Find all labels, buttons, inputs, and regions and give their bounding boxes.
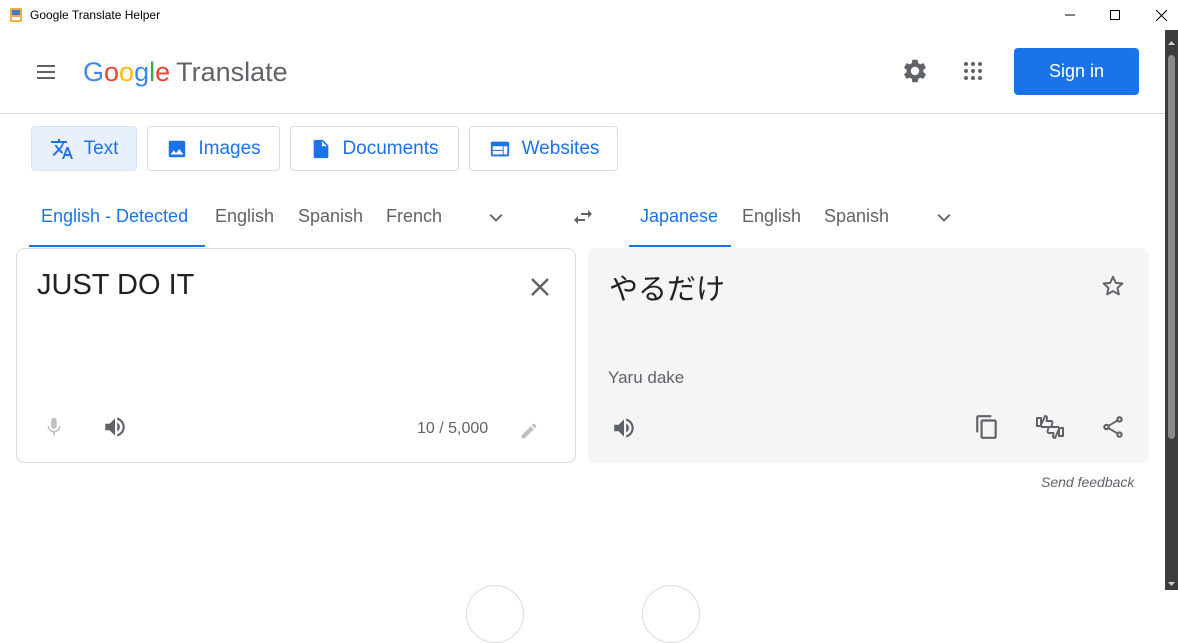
star-icon <box>1102 275 1124 296</box>
minimize-icon <box>1065 14 1075 16</box>
main-menu-button[interactable] <box>28 54 64 90</box>
close-icon <box>531 278 549 296</box>
listen-translation-button[interactable] <box>608 412 640 444</box>
logo-letter: e <box>155 57 171 87</box>
target-lang-japanese[interactable]: Japanese <box>640 206 718 227</box>
copy-translation-button[interactable] <box>971 411 1003 443</box>
apps-grid-icon <box>964 62 982 80</box>
speaker-icon <box>105 417 125 437</box>
speaker-icon <box>614 418 634 438</box>
scrollbar-thumb[interactable] <box>1168 55 1175 439</box>
translation-text: やるだけ <box>609 274 726 306</box>
mode-tab-label: Images <box>198 137 261 159</box>
source-lang-more-button[interactable] <box>481 203 511 233</box>
target-lang-spanish[interactable]: Spanish <box>824 206 889 227</box>
mode-tab-label: Websites <box>521 137 600 159</box>
settings-button[interactable] <box>897 53 933 89</box>
edit-button[interactable] <box>513 415 545 447</box>
romanization-text: Yaru dake <box>608 368 685 387</box>
source-lang-english[interactable]: English <box>215 206 274 227</box>
swap-icon <box>574 210 592 224</box>
target-lang-underline <box>629 245 731 247</box>
saved-button[interactable] <box>642 585 700 643</box>
share-icon <box>1103 416 1123 438</box>
image-icon <box>169 140 186 157</box>
google-translate-logo[interactable]: Google Translate <box>83 56 288 88</box>
close-icon <box>1155 9 1167 21</box>
mode-tab-label: Text <box>83 137 119 159</box>
maximize-button[interactable] <box>1092 0 1138 30</box>
send-feedback-link[interactable]: Send feedback <box>1041 474 1134 490</box>
document-icon <box>314 139 329 158</box>
target-lang-english[interactable]: English <box>742 206 801 227</box>
source-lang-french[interactable]: French <box>386 206 442 227</box>
mode-tab-images[interactable]: Images <box>147 126 280 171</box>
rate-translation-button[interactable] <box>1033 410 1067 444</box>
sign-in-button[interactable]: Sign in <box>1014 48 1139 95</box>
mode-tab-websites[interactable]: Websites <box>469 126 618 171</box>
logo-letter: g <box>134 57 150 87</box>
voice-input-button[interactable] <box>38 411 70 443</box>
mode-tab-label: Documents <box>342 137 439 159</box>
window-titlebar <box>0 0 1178 30</box>
maximize-icon <box>1110 10 1120 20</box>
mode-tab-documents[interactable]: Documents <box>290 126 459 171</box>
minimize-button[interactable] <box>1047 0 1093 30</box>
source-lang-detected[interactable]: English - Detected <box>41 206 188 227</box>
copy-icon <box>976 415 997 439</box>
translate-icon <box>50 138 73 159</box>
website-icon <box>490 141 509 156</box>
chevron-down-icon <box>489 214 503 222</box>
logo-letter: o <box>119 57 135 87</box>
mode-tab-text[interactable]: Text <box>31 126 137 171</box>
character-count: 10 / 5,000 <box>417 420 489 437</box>
source-text-input[interactable]: JUST DO IT <box>37 269 194 302</box>
gear-icon <box>904 59 926 83</box>
google-apps-button[interactable] <box>955 53 991 89</box>
app-icon <box>8 7 24 23</box>
logo-letter: o <box>104 57 120 87</box>
pencil-icon <box>521 423 537 439</box>
microphone-icon <box>47 417 61 436</box>
window-title: Google Translate Helper <box>30 8 161 22</box>
scroll-up-arrow[interactable] <box>1166 35 1177 45</box>
close-window-button[interactable] <box>1138 0 1178 30</box>
scroll-down-arrow[interactable] <box>1166 576 1177 586</box>
save-translation-button[interactable] <box>1097 270 1129 302</box>
logo-letter: G <box>83 57 105 87</box>
share-translation-button[interactable] <box>1097 411 1129 443</box>
history-button[interactable] <box>466 585 524 643</box>
swap-languages-button[interactable] <box>566 200 600 234</box>
listen-source-button[interactable] <box>99 411 131 443</box>
source-lang-underline <box>29 245 205 247</box>
source-lang-spanish[interactable]: Spanish <box>298 206 363 227</box>
target-lang-more-button[interactable] <box>929 203 959 233</box>
thumbs-rating-icon <box>1036 415 1064 439</box>
chevron-down-icon <box>937 214 951 222</box>
hamburger-menu-icon <box>37 65 55 79</box>
clear-source-button[interactable] <box>524 271 556 303</box>
logo-word: Translate <box>176 57 288 87</box>
